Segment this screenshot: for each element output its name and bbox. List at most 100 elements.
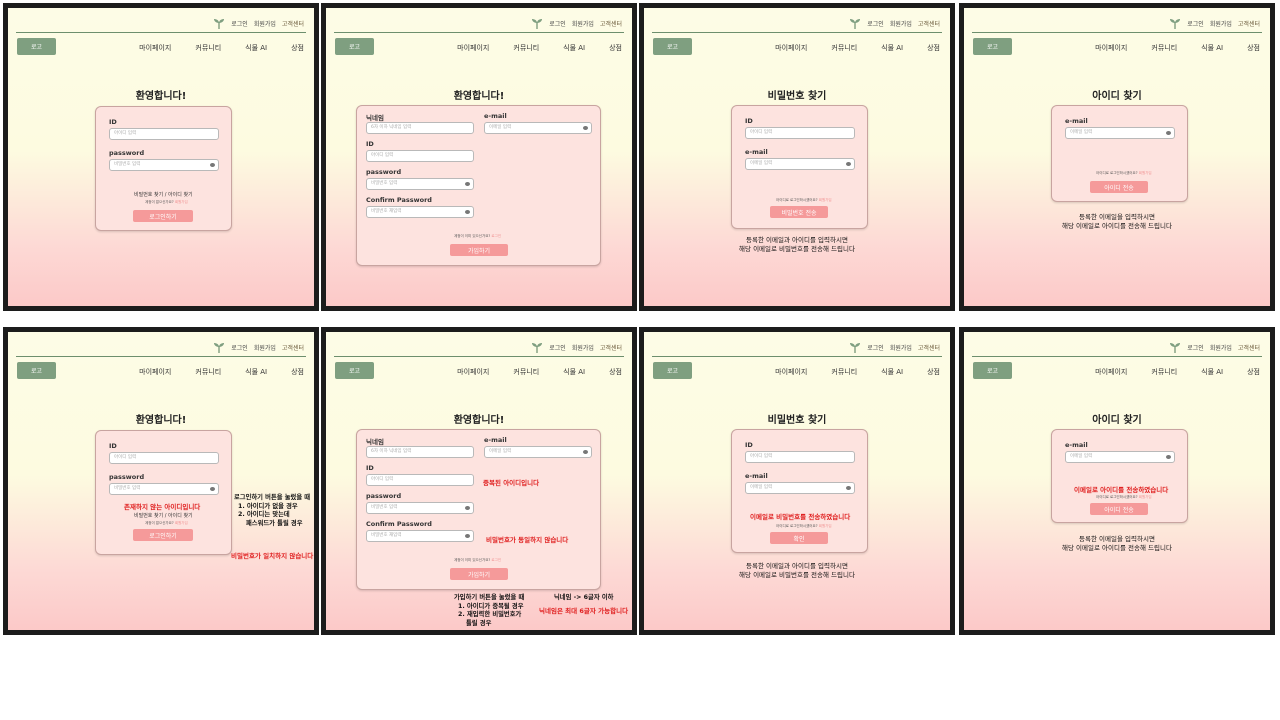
support-link[interactable]: 고객센터 (918, 19, 940, 28)
eye-icon[interactable] (210, 487, 215, 491)
nav-shop[interactable]: 상점 (1247, 367, 1260, 377)
password-input[interactable]: 비밀번호 입력 (366, 178, 474, 190)
id-input[interactable]: 아이디 입력 (366, 150, 474, 162)
eye-icon[interactable] (583, 126, 588, 130)
logo-button[interactable]: 로고 (335, 362, 374, 379)
eye-icon[interactable] (465, 210, 470, 214)
eye-icon[interactable] (846, 486, 851, 490)
login-link[interactable]: 로그인 (549, 19, 566, 28)
login-link[interactable]: 로그인 (1187, 19, 1204, 28)
eye-icon[interactable] (465, 534, 470, 538)
signup-prompt-link[interactable]: 회원가입 (1139, 171, 1152, 175)
signup-prompt-link[interactable]: 회원가입 (819, 198, 832, 202)
nav-community[interactable]: 커뮤니티 (831, 43, 857, 53)
id-input[interactable]: 아이디 입력 (745, 451, 855, 463)
nav-plant-ai[interactable]: 식물 AI (1201, 367, 1223, 377)
support-link[interactable]: 고객센터 (282, 19, 304, 28)
nav-community[interactable]: 커뮤니티 (1151, 367, 1177, 377)
nav-shop[interactable]: 상점 (291, 367, 304, 377)
nav-shop[interactable]: 상점 (291, 43, 304, 53)
logo-button[interactable]: 로고 (653, 38, 692, 55)
send-id-button[interactable]: 아이디 전송 (1090, 181, 1148, 193)
id-input[interactable]: 아이디 입력 (109, 452, 219, 464)
password-input[interactable]: 비밀번호 입력 (109, 483, 219, 495)
login-link[interactable]: 로그인 (231, 343, 248, 352)
send-id-button[interactable]: 아이디 전송 (1090, 503, 1148, 515)
logo-button[interactable]: 로고 (335, 38, 374, 55)
nav-mypage[interactable]: 마이페이지 (775, 43, 807, 53)
nav-shop[interactable]: 상점 (609, 43, 622, 53)
support-link[interactable]: 고객센터 (1238, 19, 1260, 28)
signup-link[interactable]: 회원가입 (890, 19, 912, 28)
find-links[interactable]: 비밀번호 찾기 / 아이디 찾기 (134, 191, 193, 198)
nav-mypage[interactable]: 마이페이지 (139, 43, 171, 53)
signup-prompt-link[interactable]: 회원가입 (1139, 495, 1152, 499)
nav-shop[interactable]: 상점 (1247, 43, 1260, 53)
nav-plant-ai[interactable]: 식물 AI (1201, 43, 1223, 53)
id-input[interactable]: 아이디 입력 (109, 128, 219, 140)
nav-mypage[interactable]: 마이페이지 (457, 367, 489, 377)
nav-shop[interactable]: 상점 (609, 367, 622, 377)
nav-plant-ai[interactable]: 식물 AI (245, 367, 267, 377)
email-input[interactable]: 이메일 입력 (484, 122, 592, 134)
login-link[interactable]: 로그인 (1187, 343, 1204, 352)
send-pw-button[interactable]: 비밀번호 전송 (770, 206, 828, 218)
password-input[interactable]: 비밀번호 입력 (366, 502, 474, 514)
login-link[interactable]: 로그인 (549, 343, 566, 352)
signup-link[interactable]: 회원가입 (1210, 343, 1232, 352)
support-link[interactable]: 고객센터 (918, 343, 940, 352)
nav-community[interactable]: 커뮤니티 (1151, 43, 1177, 53)
nav-mypage[interactable]: 마이페이지 (457, 43, 489, 53)
login-link[interactable]: 로그인 (231, 19, 248, 28)
signup-prompt-link[interactable]: 회원가입 (175, 521, 188, 525)
nav-community[interactable]: 커뮤니티 (195, 367, 221, 377)
password-input[interactable]: 비밀번호 입력 (109, 159, 219, 171)
logo-button[interactable]: 로고 (653, 362, 692, 379)
logo-button[interactable]: 로고 (973, 362, 1012, 379)
nav-mypage[interactable]: 마이페이지 (775, 367, 807, 377)
login-button[interactable]: 로그인하기 (133, 529, 193, 541)
nav-shop[interactable]: 상점 (927, 43, 940, 53)
email-input[interactable]: 이메일 입력 (484, 446, 592, 458)
signup-link[interactable]: 회원가입 (572, 343, 594, 352)
eye-icon[interactable] (1166, 455, 1171, 459)
email-input[interactable]: 이메일 입력 (745, 482, 855, 494)
nav-community[interactable]: 커뮤니티 (195, 43, 221, 53)
eye-icon[interactable] (210, 163, 215, 167)
signup-link[interactable]: 회원가입 (254, 343, 276, 352)
nav-plant-ai[interactable]: 식물 AI (881, 43, 903, 53)
confirm-password-input[interactable]: 비밀번호 재입력 (366, 530, 474, 542)
signup-prompt-link[interactable]: 회원가입 (175, 200, 188, 204)
eye-icon[interactable] (1166, 131, 1171, 135)
login-prompt-link[interactable]: 로그인 (491, 234, 501, 238)
login-link[interactable]: 로그인 (867, 343, 884, 352)
signup-button[interactable]: 가입하기 (450, 244, 508, 256)
signup-link[interactable]: 회원가입 (890, 343, 912, 352)
email-input[interactable]: 이메일 입력 (745, 158, 855, 170)
nav-plant-ai[interactable]: 식물 AI (563, 367, 585, 377)
eye-icon[interactable] (465, 506, 470, 510)
logo-button[interactable]: 로고 (17, 362, 56, 379)
signup-button[interactable]: 가입하기 (450, 568, 508, 580)
eye-icon[interactable] (846, 162, 851, 166)
nav-mypage[interactable]: 마이페이지 (139, 367, 171, 377)
support-link[interactable]: 고객센터 (282, 343, 304, 352)
email-input[interactable]: 이메일 입력 (1065, 451, 1175, 463)
eye-icon[interactable] (583, 450, 588, 454)
nickname-input[interactable]: 6자 이하 닉네임 입력 (366, 446, 474, 458)
login-prompt-link[interactable]: 로그인 (491, 558, 501, 562)
nav-community[interactable]: 커뮤니티 (513, 367, 539, 377)
logo-button[interactable]: 로고 (973, 38, 1012, 55)
support-link[interactable]: 고객센터 (600, 343, 622, 352)
signup-link[interactable]: 회원가입 (1210, 19, 1232, 28)
login-button[interactable]: 로그인하기 (133, 210, 193, 222)
signup-prompt-link[interactable]: 회원가입 (819, 524, 832, 528)
email-input[interactable]: 이메일 입력 (1065, 127, 1175, 139)
nav-plant-ai[interactable]: 식물 AI (881, 367, 903, 377)
find-links[interactable]: 비밀번호 찾기 / 아이디 찾기 (134, 512, 193, 519)
signup-link[interactable]: 회원가입 (254, 19, 276, 28)
nav-mypage[interactable]: 마이페이지 (1095, 367, 1127, 377)
nav-shop[interactable]: 상점 (927, 367, 940, 377)
support-link[interactable]: 고객센터 (1238, 343, 1260, 352)
login-link[interactable]: 로그인 (867, 19, 884, 28)
